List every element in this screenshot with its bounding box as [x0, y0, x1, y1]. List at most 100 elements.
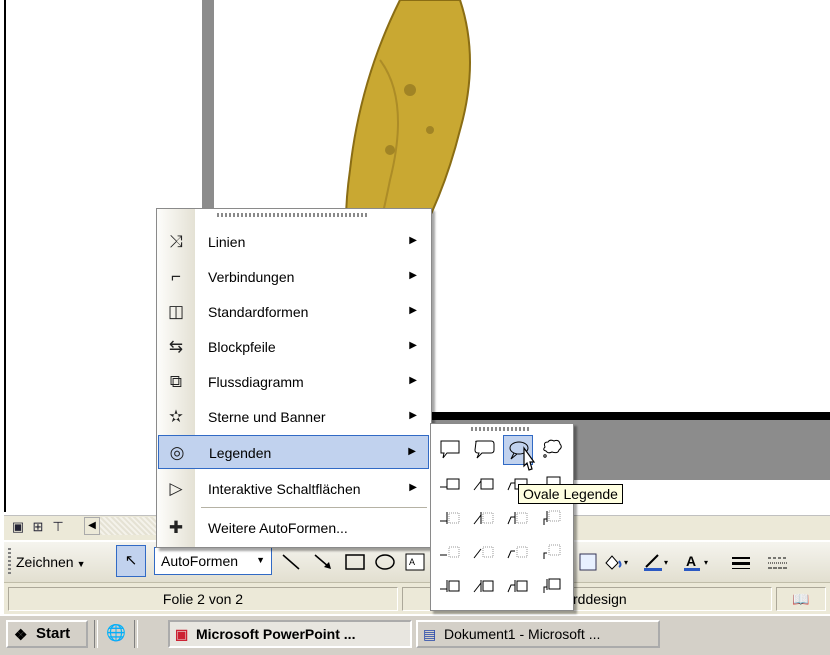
svg-text:A: A	[409, 557, 415, 567]
submenu-arrow-icon: ▶	[409, 235, 417, 246]
select-objects-button[interactable]: ↖	[116, 545, 146, 577]
line-callout-icon[interactable]	[503, 503, 533, 533]
autoformen-button[interactable]: AutoFormen ▼	[154, 547, 272, 575]
textbox-tool-icon[interactable]: A	[404, 551, 428, 573]
powerpoint-icon: ▣	[175, 626, 189, 642]
slide-info: Folie 2 von 2	[8, 587, 398, 611]
taskbar-divider	[134, 620, 138, 648]
task-word[interactable]: ▤ Dokument1 - Microsoft ...	[416, 620, 660, 648]
menu-item-blockpfeile[interactable]: ⇆ Blockpfeile ▶	[158, 330, 429, 364]
action-buttons-icon: ▷	[169, 479, 183, 498]
rectangle-tool-icon[interactable]	[344, 551, 366, 573]
chevron-down-icon: ▼	[76, 559, 86, 569]
spelling-status-icon[interactable]: 📖	[776, 587, 826, 611]
legenden-submenu	[430, 423, 574, 611]
menu-item-label: Standardformen	[208, 304, 309, 320]
svg-text:▾: ▾	[624, 558, 628, 567]
menu-item-label: Linien	[208, 234, 246, 250]
submenu-arrow-icon: ▶	[409, 482, 417, 493]
submenu-drag-handle[interactable]	[471, 427, 531, 431]
menu-item-verbindungen[interactable]: ⌐ Verbindungen ▶	[158, 260, 429, 294]
task-powerpoint[interactable]: ▣ Microsoft PowerPoint ...	[168, 620, 412, 648]
chevron-down-icon: ▼	[256, 555, 265, 565]
arrow-tool-icon[interactable]	[312, 551, 334, 573]
line-callout-icon[interactable]	[537, 571, 567, 601]
zeichnen-menu-button[interactable]: Zeichnen ▼	[16, 554, 86, 570]
tooltip-text: Ovale Legende	[523, 486, 618, 502]
submenu-arrow-icon: ▶	[409, 270, 417, 281]
line-callout-icon[interactable]	[469, 537, 499, 567]
autoformen-label: AutoFormen	[161, 553, 239, 569]
status-bar: Folie 2 von 2 rddesign 📖	[4, 582, 830, 615]
pointer-icon: ↖	[124, 552, 138, 569]
fill-color-icon[interactable]: ▾	[602, 551, 632, 573]
horizontal-scrollbar[interactable]	[100, 517, 160, 535]
menu-item-label: Legenden	[209, 445, 272, 461]
submenu-arrow-icon: ▶	[408, 446, 416, 457]
flowchart-icon: ⧉	[169, 372, 183, 391]
slide-sorter-view-icon[interactable]: ⊞	[30, 519, 46, 535]
task-word-label: Dokument1 - Microsoft ...	[444, 626, 601, 642]
line-callout-icon[interactable]	[435, 571, 465, 601]
menu-item-interaktive-schaltflächen[interactable]: ▷ Interaktive Schaltflächen ▶	[158, 472, 429, 506]
cloud-callout-icon[interactable]	[537, 435, 567, 465]
design-name-text: rddesign	[573, 591, 627, 607]
normal-view-icon[interactable]: ▣	[10, 519, 26, 535]
start-label: Start	[36, 625, 71, 642]
line-callout-icon[interactable]	[469, 571, 499, 601]
rectangular-callout-icon[interactable]	[435, 435, 465, 465]
dash-style-icon[interactable]	[766, 551, 792, 573]
menu-item-label: Blockpfeile	[208, 339, 276, 355]
menu-item-label: Verbindungen	[208, 269, 295, 285]
menu-item-weitere-autoformen[interactable]: ✚ Weitere AutoFormen...	[158, 511, 429, 545]
line-callout-icon[interactable]	[435, 503, 465, 533]
menu-item-label: Weitere AutoFormen...	[208, 520, 348, 536]
menu-item-flussdiagramm[interactable]: ⧉ Flussdiagramm ▶	[158, 365, 429, 399]
mouse-cursor-icon	[523, 446, 536, 471]
font-color-icon[interactable]: A ▾	[682, 551, 712, 573]
menu-drag-handle[interactable]	[217, 213, 367, 217]
line-callout-icon[interactable]	[469, 503, 499, 533]
connectors-icon: ⌐	[171, 267, 181, 286]
menu-separator	[201, 507, 427, 508]
line-callout-icon[interactable]	[503, 571, 533, 601]
menu-item-label: Sterne und Banner	[208, 409, 326, 425]
task-powerpoint-label: Microsoft PowerPoint ...	[196, 626, 356, 642]
menu-item-legenden[interactable]: ◎ Legenden ▶	[158, 435, 429, 469]
more-autoshapes-icon: ✚	[168, 518, 184, 537]
toolbar-grip[interactable]	[8, 548, 11, 576]
line-style-icon[interactable]	[730, 551, 754, 573]
quicklaunch-ie-icon[interactable]: 🌐	[104, 622, 128, 646]
slide-bottom-edge	[430, 412, 830, 420]
svg-text:A: A	[686, 553, 696, 569]
block-arrows-icon: ⇆	[168, 337, 184, 356]
zeichnen-label: Zeichnen	[16, 554, 74, 570]
menu-item-label: Interaktive Schaltflächen	[208, 481, 361, 497]
submenu-arrow-icon: ▶	[409, 305, 417, 316]
start-button[interactable]: ❖ Start	[6, 620, 88, 648]
svg-text:▾: ▾	[704, 558, 708, 567]
line-callout-icon[interactable]	[435, 537, 465, 567]
menu-item-sterne-und-banner[interactable]: ✫ Sterne und Banner ▶	[158, 400, 429, 434]
line-callout-icon[interactable]	[503, 537, 533, 567]
line-callout-icon[interactable]	[469, 469, 499, 499]
menu-item-linien[interactable]: ⤨ Linien ▶	[158, 225, 429, 259]
callouts-icon: ◎	[169, 443, 185, 462]
oval-tool-icon[interactable]	[374, 551, 396, 573]
menu-item-standardformen[interactable]: ◫ Standardformen ▶	[158, 295, 429, 329]
menu-item-label: Flussdiagramm	[208, 374, 304, 390]
svg-text:▾: ▾	[664, 558, 668, 567]
stars-banners-icon: ✫	[168, 407, 184, 426]
line-tool-icon[interactable]	[280, 551, 302, 573]
line-callout-icon[interactable]	[435, 469, 465, 499]
line-callout-icon[interactable]	[537, 503, 567, 533]
word-icon: ▤	[423, 626, 437, 642]
basic-shapes-icon: ◫	[167, 302, 185, 321]
submenu-arrow-icon: ▶	[409, 375, 417, 386]
scroll-left-button[interactable]: ◀	[84, 517, 100, 535]
rounded-callout-icon[interactable]	[469, 435, 499, 465]
slideshow-view-icon[interactable]: ⊤	[50, 519, 66, 535]
slide-info-text: Folie 2 von 2	[162, 591, 244, 607]
line-color-icon[interactable]: ▾	[642, 551, 672, 573]
line-callout-icon[interactable]	[537, 537, 567, 567]
